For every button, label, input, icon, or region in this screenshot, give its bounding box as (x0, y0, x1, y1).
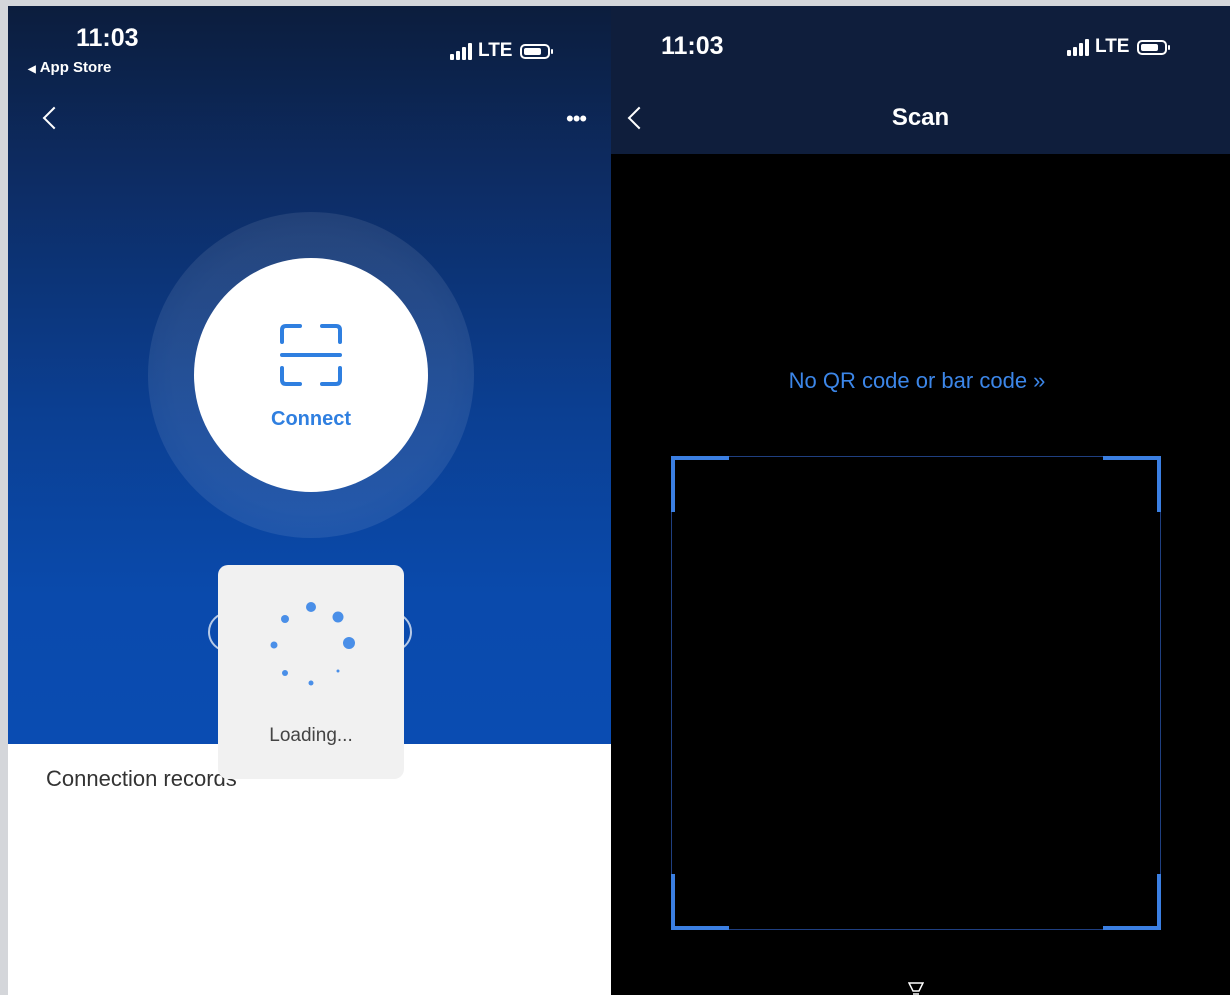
connect-label: Connect (271, 408, 351, 430)
scan-viewfinder (671, 456, 1161, 930)
loading-toast: Loading... (218, 565, 404, 779)
status-indicators: LTE (450, 40, 554, 62)
status-time: 11:03 (661, 32, 724, 60)
loading-spinner-icon (270, 602, 355, 686)
connection-records-heading: Connection records (46, 766, 237, 791)
signal-icon (1067, 38, 1089, 56)
status-indicators: LTE (1067, 36, 1171, 58)
status-time: 11:03 (76, 24, 139, 52)
back-to-app-link[interactable]: ◀ App Store (28, 59, 111, 76)
connect-screen: 11:03 ◀ App Store LTE ••• Connect Connect… (8, 6, 611, 995)
connect-button[interactable]: Connect (194, 258, 428, 492)
flashlight-icon[interactable] (908, 982, 924, 995)
more-options-icon[interactable]: ••• (566, 106, 587, 132)
scan-screen: 11:03 LTE Scan No QR code or bar code » (611, 6, 1230, 995)
loading-text: Loading... (269, 725, 353, 746)
viewfinder-corner (671, 456, 729, 512)
network-label: LTE (1095, 36, 1130, 57)
battery-icon (1137, 39, 1171, 55)
network-label: LTE (478, 40, 513, 61)
viewfinder-corner (1103, 874, 1161, 930)
battery-icon (520, 43, 554, 59)
back-triangle-icon: ◀ (28, 64, 36, 75)
no-code-link[interactable]: No QR code or bar code » (611, 368, 1223, 394)
scan-frame-icon (280, 324, 342, 386)
back-app-label: App Store (39, 59, 112, 76)
viewfinder-corner (1103, 456, 1161, 512)
viewfinder-corner (671, 874, 729, 930)
page-title: Scan (891, 104, 950, 131)
signal-icon (450, 42, 472, 60)
